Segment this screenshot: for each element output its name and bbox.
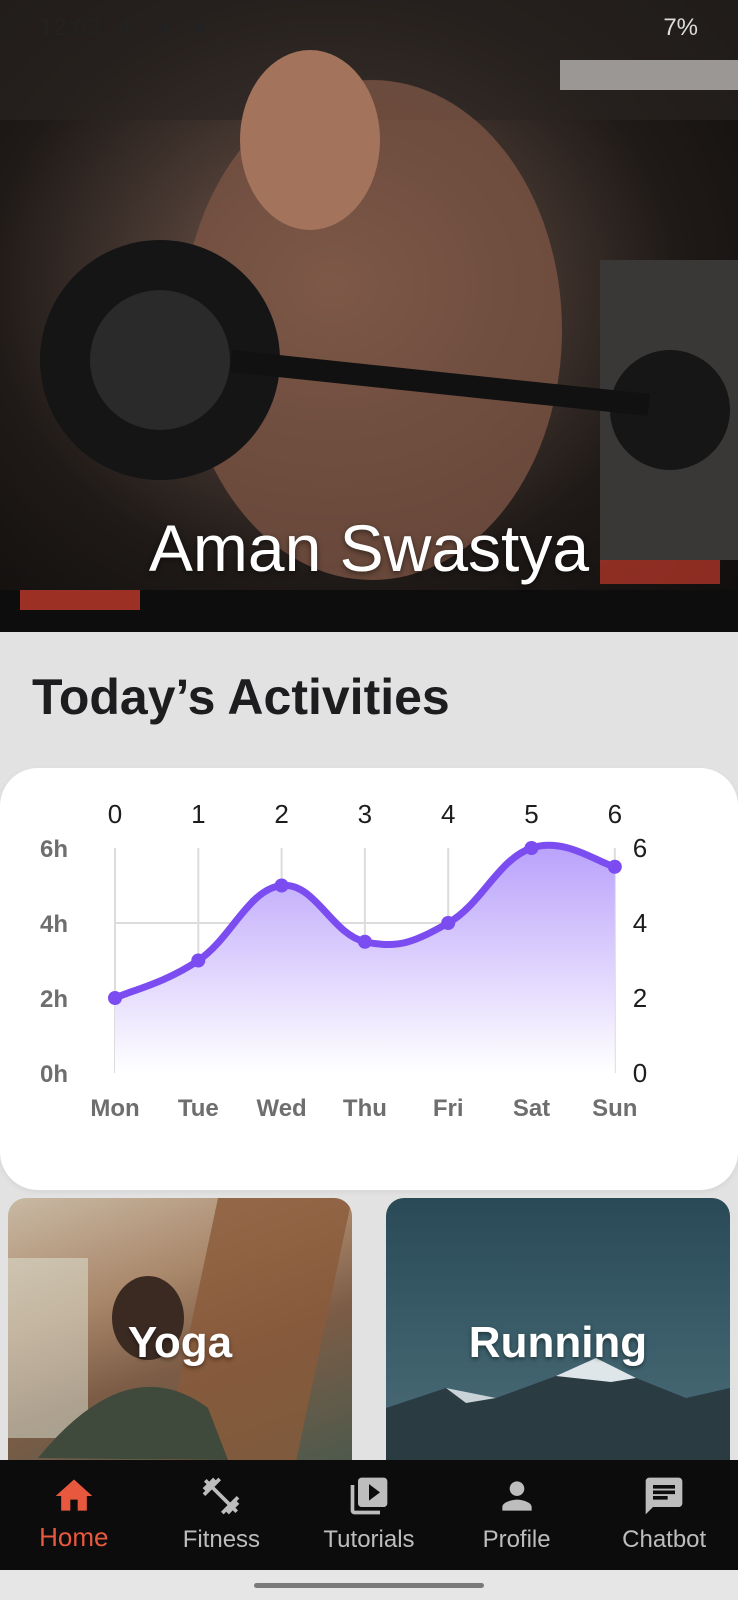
x-axis-tick-label: Thu [343,1095,387,1122]
data-point-sat[interactable] [524,841,539,855]
section-title: Today’s Activities [32,669,450,725]
y-axis-right-tick-label: 0 [633,1058,647,1088]
data-point-fri[interactable] [441,916,456,930]
y-axis-right-tick-label: 6 [633,833,647,863]
data-point-wed[interactable] [274,878,289,893]
nav-fitness[interactable]: Fitness [148,1460,296,1570]
running-card[interactable]: Running [386,1198,730,1460]
top-axis-tick-label: 1 [191,799,205,829]
nav-home[interactable]: Home [0,1460,148,1570]
person-icon [501,1481,532,1511]
top-axis-tick-label: 2 [274,799,288,829]
y-axis-left-tick-label: 6h [40,836,68,863]
x-axis-tick-label: Wed [256,1095,306,1122]
top-axis-tick-label: 5 [524,799,538,829]
status-notification-icons: ✈ ● ● [118,14,216,39]
y-axis-left-tick-label: 2h [40,986,68,1013]
data-point-sun[interactable] [607,859,622,874]
x-axis-tick-label: Tue [178,1095,219,1122]
video-library-icon [350,1477,388,1515]
data-point-tue[interactable] [191,953,206,968]
nav-profile-label: Profile [482,1526,551,1553]
nav-profile[interactable]: Profile [443,1460,591,1570]
y-axis-left-tick-label: 4h [40,911,68,938]
x-axis-tick-label: Sun [592,1095,637,1122]
app-title: Aman Swastya [148,511,590,585]
dumbbell-icon [203,1477,240,1515]
nav-home-label: Home [39,1522,109,1552]
data-point-thu[interactable] [357,934,372,949]
nav-tutorials-label: Tutorials [323,1526,415,1553]
chat-icon [645,1477,683,1515]
running-label: Running [468,1318,648,1367]
status-bar: 12:03 ✈ ● ● 7% [0,0,738,56]
y-axis-left-tick-label: 0h [40,1061,68,1088]
nav-tutorials[interactable]: Tutorials [295,1460,443,1570]
top-axis-tick-label: 6 [608,799,622,829]
x-axis-tick-label: Fri [433,1095,464,1122]
nav-chatbot-label: Chatbot [622,1526,707,1553]
hero-banner: 12:03 ✈ ● ● 7% Aman Swastya [0,0,738,632]
battery-indicator: 7% [663,14,698,41]
x-axis-tick-label: Mon [90,1095,139,1122]
bottom-navigation: Home Fitness Tutorials Profile Chatbot [0,1460,738,1570]
top-axis-tick-label: 0 [108,799,122,829]
home-icon [55,1479,93,1511]
home-screen: 12:03 ✈ ● ● 7% Aman Swastya Today’s Acti… [0,0,738,1600]
activity-area-chart: 0 1 2 3 4 5 6 Mon Tue Wed Thu Fri Sat Sun 6h 4h 2h 0h 6 4 2 0 [40,799,647,1122]
nav-chatbot[interactable]: Chatbot [590,1460,738,1570]
status-time: 12:03 [40,14,101,41]
top-axis-tick-label: 4 [441,799,455,829]
top-axis-tick-label: 3 [358,799,372,829]
y-axis-right-tick-label: 4 [633,908,647,938]
nav-fitness-label: Fitness [182,1526,261,1553]
yoga-label: Yoga [127,1318,233,1367]
data-point-mon[interactable] [108,991,122,1005]
x-axis-tick-label: Sat [513,1095,550,1122]
yoga-card[interactable]: Yoga [8,1198,352,1460]
activity-chart-card: 0 1 2 3 4 5 6 Mon Tue Wed Thu Fri Sat Sun 6h 4h 2h 0h 6 4 2 0 [0,768,738,1190]
y-axis-right-tick-label: 2 [633,983,647,1013]
gesture-handle[interactable] [254,1583,484,1588]
